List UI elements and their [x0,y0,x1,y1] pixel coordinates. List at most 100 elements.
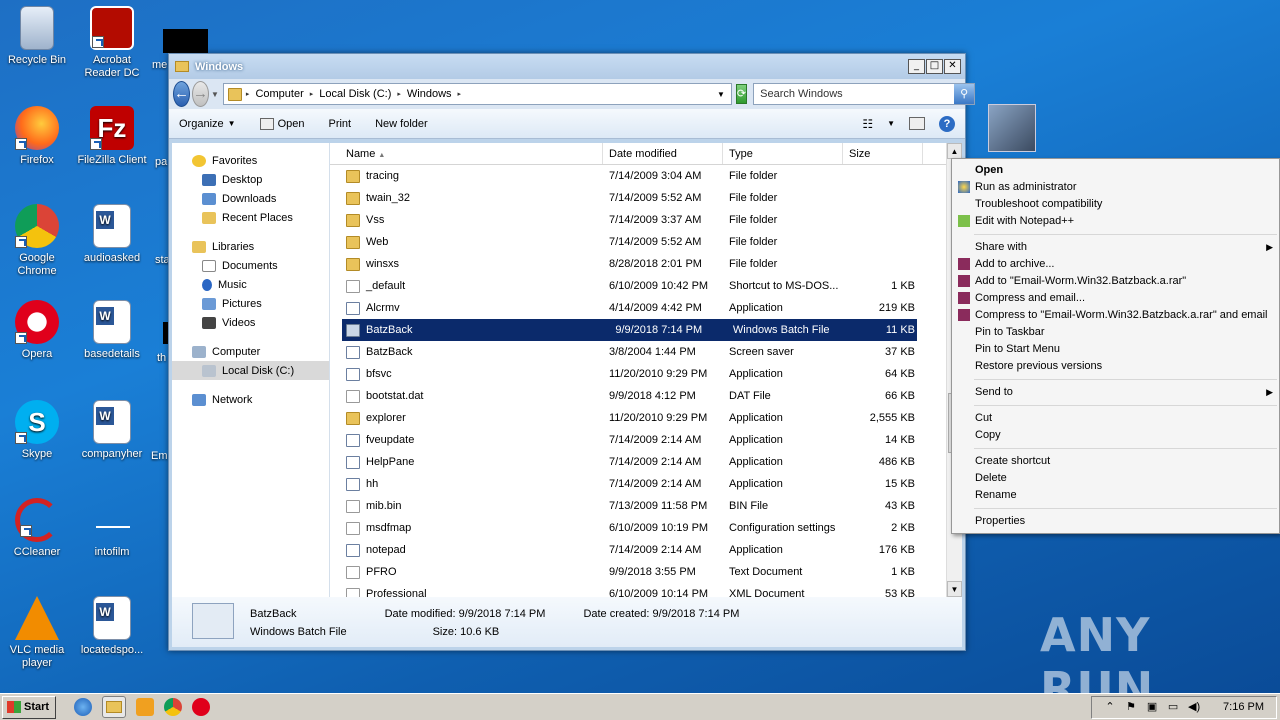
breadcrumb-windows[interactable]: Windows [405,88,454,100]
chevron-down-icon[interactable]: ▼ [887,119,895,128]
column-name[interactable]: Name ▲ [330,143,603,164]
context-menu-item[interactable]: Edit with Notepad++ [952,213,1279,230]
file-row[interactable]: BatzBack 9/9/2018 7:14 PM Windows Batch Fi… [342,319,917,341]
search-icon[interactable]: ⚲ [954,84,975,104]
file-row[interactable]: BatzBack 3/8/2004 1:44 PM Screen saver 37 K… [330,341,946,363]
word-doc-icon[interactable]: W locatedspo... [75,596,149,657]
back-button[interactable]: ← [173,81,190,107]
opera-taskbar-icon[interactable] [192,698,210,716]
volume-icon[interactable]: ◀) [1188,701,1200,713]
preview-pane-icon[interactable] [909,117,925,130]
context-menu-item[interactable]: Open [952,162,1279,179]
context-menu-item[interactable]: Add to archive... [952,256,1279,273]
file-row[interactable]: msdfmap 6/10/2009 10:19 PM Configuration s… [330,517,946,539]
file-row[interactable]: tracing 7/14/2009 3:04 AM File folder [330,165,946,187]
breadcrumb-computer[interactable]: Computer [253,88,305,100]
chevron-right-icon[interactable]: ▸ [310,90,314,98]
word-doc-icon[interactable]: W basedetails [75,300,149,361]
scroll-up-button[interactable]: ▲ [947,143,962,159]
context-menu-item[interactable]: Copy [952,427,1279,444]
network-tray-icon[interactable]: ▣ [1146,701,1158,713]
file-row[interactable]: bfsvc 11/20/2010 9:29 PM Application 64 KB [330,363,946,385]
context-menu-item[interactable]: Create shortcut [952,453,1279,470]
column-type[interactable]: Type [723,143,843,164]
help-icon[interactable]: ? [939,115,955,132]
chevron-down-icon[interactable]: ▼ [717,90,725,99]
file-row[interactable]: explorer 11/20/2010 9:29 PM Application 2,5… [330,407,946,429]
chevron-right-icon[interactable]: ▸ [397,90,401,98]
title-bar[interactable]: Windows _ □ ✕ [169,54,965,79]
search-input[interactable]: Search Windows ⚲ [753,83,976,105]
nav-pictures[interactable]: Pictures [172,294,329,313]
acrobat-reader-icon[interactable]: Acrobat Reader DC [75,6,149,80]
context-menu-item[interactable]: Cut [952,410,1279,427]
context-menu-item[interactable]: Rename [952,487,1279,504]
action-center-flag-icon[interactable]: ⚑ [1125,701,1137,713]
file-row[interactable]: mib.bin 7/13/2009 11:58 PM BIN File 43 KB [330,495,946,517]
nav-computer[interactable]: Computer [172,342,329,361]
view-options-icon[interactable]: ☷ [862,117,873,131]
file-row[interactable]: Vss 7/14/2009 3:37 AM File folder [330,209,946,231]
organize-button[interactable]: Organize ▼ [179,118,236,130]
explorer-taskbar-icon[interactable] [102,696,126,718]
media-player-icon[interactable] [136,698,154,716]
power-tray-icon[interactable]: ▭ [1167,701,1179,713]
vlc-icon[interactable]: VLC media player [0,596,74,670]
nav-documents[interactable]: Documents [172,256,329,275]
file-row[interactable]: PFRO 9/9/2018 3:55 PM Text Document 1 KB [330,561,946,583]
wolf-image-icon[interactable] [988,104,1036,152]
print-button[interactable]: Print [328,118,351,130]
ccleaner-icon[interactable]: CCleaner [0,498,74,559]
close-button[interactable]: ✕ [944,59,961,74]
address-field[interactable]: ▸ Computer ▸ Local Disk (C:) ▸ Windows ▸… [222,83,732,105]
context-menu-item[interactable]: Restore previous versions [952,358,1279,375]
file-row[interactable]: notepad 7/14/2009 2:14 AM Application 176 K… [330,539,946,561]
file-row[interactable]: _default 6/10/2009 10:42 PM Shortcut to MS… [330,275,946,297]
chevron-right-icon[interactable]: ▸ [458,90,462,98]
open-button[interactable]: Open [259,117,304,130]
nav-videos[interactable]: Videos [172,313,329,332]
clock[interactable]: 7:16 PM [1223,701,1264,713]
context-menu-item[interactable]: Pin to Start Menu [952,341,1279,358]
context-menu-item[interactable]: Share with ▶ [952,239,1279,256]
chevron-right-icon[interactable]: ▸ [246,90,250,98]
minimize-button[interactable]: _ [908,59,925,74]
file-row[interactable]: Alcrmv 4/14/2009 4:42 PM Application 219 KB [330,297,946,319]
show-hidden-icons-icon[interactable]: ⌃ [1104,701,1116,713]
word-doc-icon[interactable]: W companyher [75,400,149,461]
context-menu-item[interactable]: Properties [952,513,1279,530]
nav-music[interactable]: Music [172,275,329,294]
skype-icon[interactable]: S Skype [0,400,74,461]
nav-recent-places[interactable]: Recent Places [172,208,329,227]
maximize-button[interactable]: □ [926,59,943,74]
file-row[interactable]: HelpPane 7/14/2009 2:14 AM Application 486 … [330,451,946,473]
scroll-down-button[interactable]: ▼ [947,581,962,597]
context-menu-item[interactable]: Compress to "Email-Worm.Win32.Batzback.a… [952,307,1279,324]
chrome-taskbar-icon[interactable] [164,698,182,716]
context-menu-item[interactable]: Send to ▶ [952,384,1279,401]
file-row[interactable]: fveupdate 7/14/2009 2:14 AM Application 14 … [330,429,946,451]
start-button[interactable]: Start [2,695,56,719]
context-menu-item[interactable]: Add to "Email-Worm.Win32.Batzback.a.rar" [952,273,1279,290]
nav-favorites[interactable]: Favorites [172,151,329,170]
file-row[interactable]: bootstat.dat 9/9/2018 4:12 PM DAT File 66 K… [330,385,946,407]
filezilla-icon[interactable]: Fz FileZilla Client [75,106,149,167]
firefox-icon[interactable]: Firefox [0,106,74,167]
opera-icon[interactable]: Opera [0,300,74,361]
context-menu-item[interactable]: Delete [952,470,1279,487]
forward-button[interactable]: → [192,81,209,107]
file-row[interactable]: hh 7/14/2009 2:14 AM Application 15 KB [330,473,946,495]
refresh-button[interactable]: ⟳ [735,84,748,104]
chrome-icon[interactable]: Google Chrome [0,204,74,278]
blank-file-icon[interactable]: intofilm [75,498,149,559]
context-menu-item[interactable]: Run as administrator [952,179,1279,196]
ie-icon[interactable] [74,698,92,716]
nav-local-disk[interactable]: Local Disk (C:) [172,361,329,380]
file-row[interactable]: twain_32 7/14/2009 5:52 AM File folder [330,187,946,209]
context-menu-item[interactable]: Compress and email... [952,290,1279,307]
recycle-bin-icon[interactable]: Recycle Bin [0,6,74,67]
nav-network[interactable]: Network [172,390,329,409]
column-size[interactable]: Size [843,143,923,164]
file-row[interactable]: winsxs 8/28/2018 2:01 PM File folder [330,253,946,275]
recent-pages-dropdown[interactable]: ▼ [211,90,219,99]
